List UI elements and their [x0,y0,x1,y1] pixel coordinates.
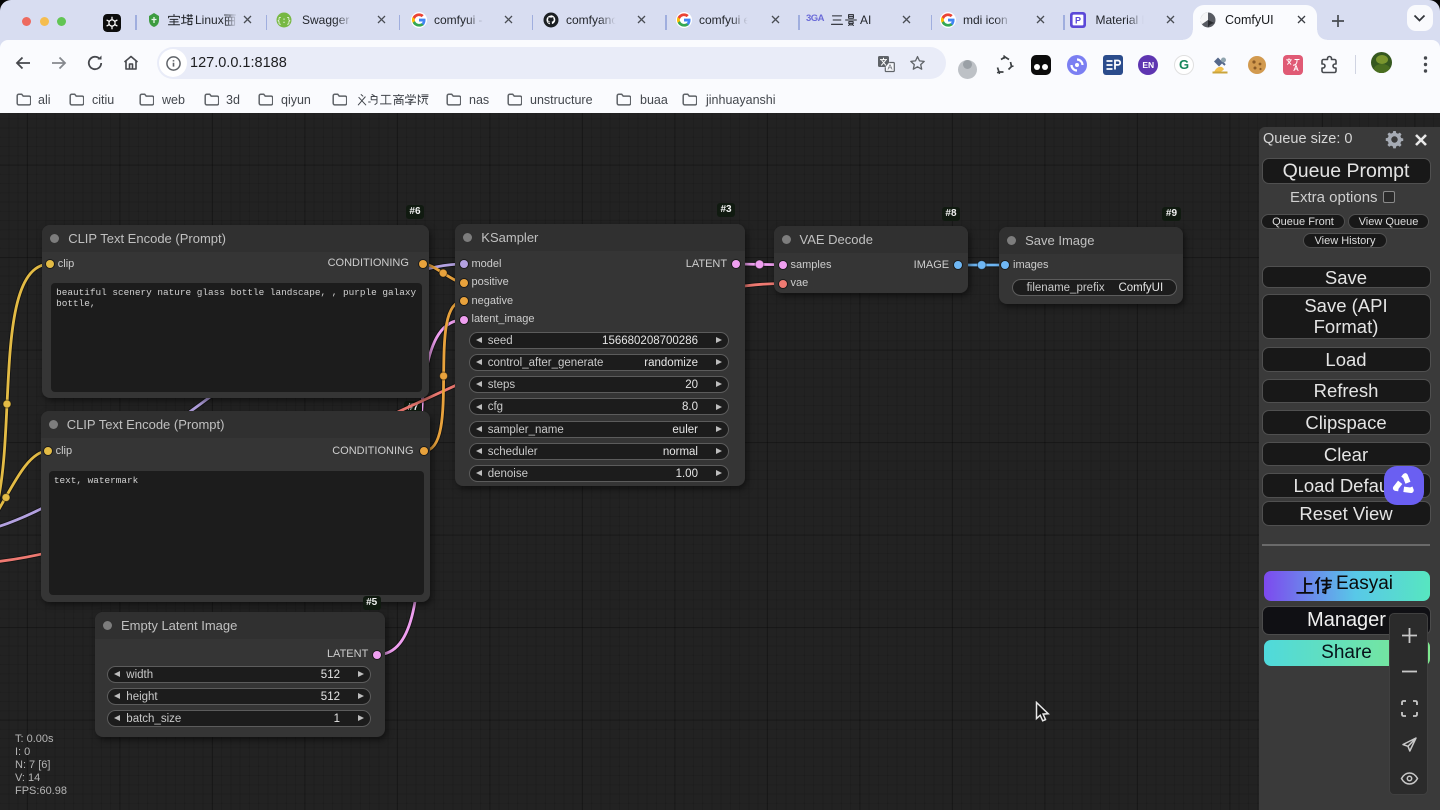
svg-text:P: P [1075,15,1081,25]
svg-text:A: A [887,62,892,71]
svg-text:{:}: {:} [277,17,291,26]
